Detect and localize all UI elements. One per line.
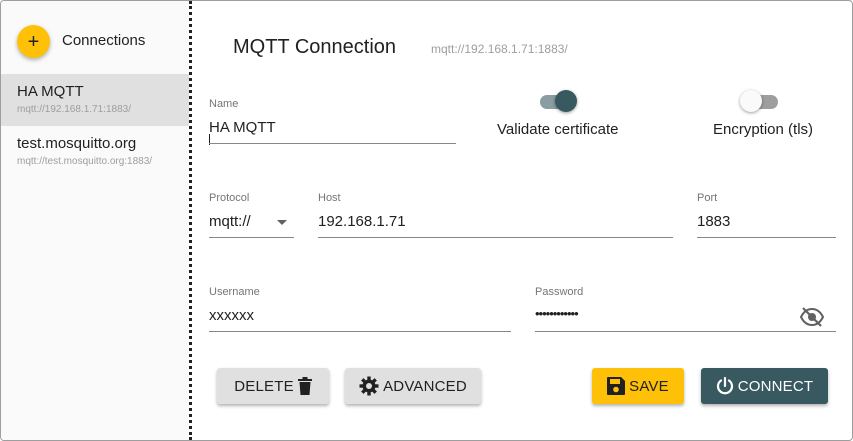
encryption-toggle[interactable] — [740, 90, 780, 114]
name-underline — [209, 143, 456, 144]
gear-icon — [359, 376, 379, 396]
connect-label: CONNECT — [737, 377, 814, 395]
protocol-underline — [209, 237, 294, 238]
advanced-button[interactable]: ADVANCED — [345, 368, 481, 404]
add-connection-button[interactable]: + — [17, 25, 50, 58]
protocol-select[interactable]: Protocol mqtt:// — [209, 192, 294, 238]
protocol-value: mqtt:// — [209, 213, 251, 230]
power-icon — [716, 377, 733, 395]
host-field[interactable]: Host 192.168.1.71 — [318, 192, 673, 238]
connection-name: HA MQTT — [17, 83, 84, 100]
connections-sidebar: + Connections HA MQTT mqtt://192.168.1.7… — [1, 1, 189, 440]
connection-name: test.mosquitto.org — [17, 135, 137, 152]
sidebar-resize-handle[interactable] — [189, 1, 192, 440]
username-field[interactable]: Username xxxxxx — [209, 286, 511, 332]
validate-certificate-toggle[interactable] — [540, 90, 578, 114]
toggle-knob — [555, 90, 577, 112]
username-label: Username — [209, 286, 260, 298]
delete-button[interactable]: DELETE — [217, 368, 329, 404]
name-label: Name — [209, 98, 239, 110]
name-input[interactable]: HA MQTT — [209, 119, 276, 136]
connection-url: mqtt://test.mosquitto.org:1883/ — [17, 156, 153, 167]
password-input[interactable]: •••••••••••• — [535, 306, 579, 321]
save-label: SAVE — [629, 377, 669, 395]
validate-certificate-label: Validate certificate — [497, 121, 619, 138]
floppy-disk-icon — [607, 377, 626, 395]
sidebar-title: Connections — [62, 32, 146, 49]
connection-item-ha-mqtt[interactable]: HA MQTT mqtt://192.168.1.71:1883/ — [1, 74, 189, 126]
toggle-knob — [740, 90, 762, 112]
eye-off-icon[interactable] — [800, 307, 824, 327]
encryption-label: Encryption (tls) — [713, 121, 814, 138]
connection-url: mqtt://192.168.1.71:1883/ — [17, 104, 131, 115]
host-label: Host — [318, 192, 341, 204]
caret-down-icon — [277, 220, 287, 225]
plus-icon: + — [27, 30, 40, 53]
host-input[interactable]: 192.168.1.71 — [318, 213, 406, 230]
password-field[interactable]: Password •••••••••••• — [535, 286, 836, 332]
port-underline — [697, 237, 836, 238]
port-label: Port — [697, 192, 718, 204]
name-field[interactable]: Name HA MQTT — [209, 98, 456, 145]
username-input[interactable]: xxxxxx — [209, 307, 254, 324]
password-underline — [535, 331, 836, 332]
delete-label: DELETE — [234, 377, 294, 395]
trash-icon — [297, 377, 312, 395]
save-button[interactable]: SAVE — [592, 368, 684, 404]
connect-button[interactable]: CONNECT — [701, 368, 828, 404]
port-input[interactable]: 1883 — [697, 213, 730, 230]
connection-item-test-mosquitto[interactable]: test.mosquitto.org mqtt://test.mosquitto… — [1, 126, 189, 178]
host-underline — [318, 237, 673, 238]
username-underline — [209, 331, 511, 332]
connection-url-preview: mqtt://192.168.1.71:1883/ — [431, 42, 568, 56]
advanced-label: ADVANCED — [383, 377, 467, 395]
page-title: MQTT Connection — [233, 36, 397, 58]
app-window: + Connections HA MQTT mqtt://192.168.1.7… — [0, 0, 853, 441]
port-field[interactable]: Port 1883 — [697, 192, 836, 238]
password-label: Password — [535, 286, 584, 298]
protocol-label: Protocol — [209, 192, 250, 204]
